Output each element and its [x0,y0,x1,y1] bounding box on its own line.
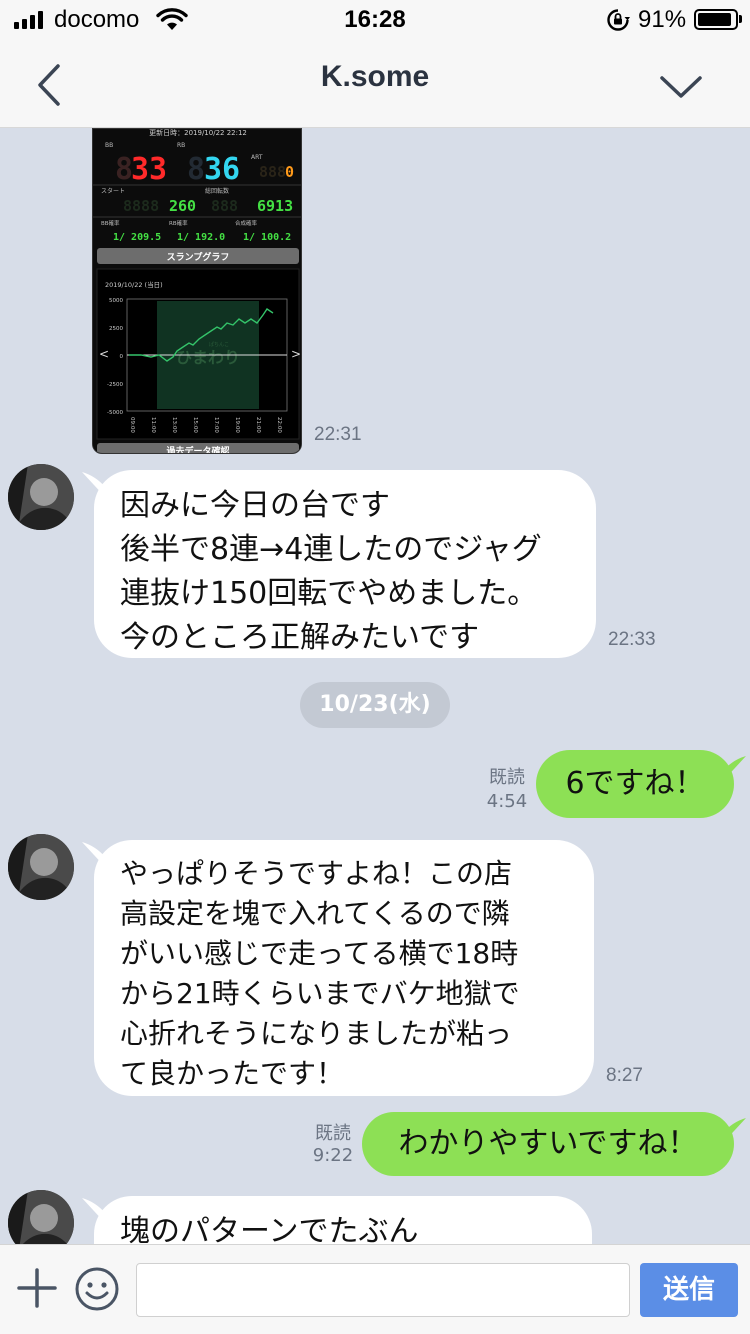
message-time: 8:27 [606,1065,643,1086]
rotation-lock-icon [607,9,630,31]
bb-rate: 1/ 209.5 [113,232,161,243]
bb-rate-label: BB確率 [101,219,120,227]
image-message[interactable]: 更新日時：2019/10/22 22:12 BB RB ART 8 33 8 3… [92,128,302,454]
battery-percent: 91% [638,6,687,33]
read-receipt: 既読 [489,767,525,788]
rb-label: RB [177,142,185,149]
chat-header: K.some [0,40,750,128]
art-value: 0 [285,163,294,181]
graph-x-tick: 19:00 [234,417,240,433]
graph-date: 2019/10/22 (当日) [105,280,163,289]
graph-watermark: ひまわり [176,348,240,367]
svg-text:888: 888 [259,163,286,181]
avatar[interactable] [8,834,74,900]
graph-x-tick: 21:00 [255,417,261,433]
avatar[interactable] [8,464,74,530]
message-bubble-incoming[interactable]: やっぱりそうですよね！この店 高設定を塊で入れてくるので隣 がいい感じで走ってる… [94,840,594,1096]
plus-icon[interactable] [16,1267,58,1309]
battery-tip [739,15,742,23]
message-time: 22:31 [314,424,362,445]
message-input[interactable] [136,1263,630,1317]
graph-y-tick: 5000 [109,298,123,304]
status-bar: docomo 16:28 91% [0,0,750,40]
rb-value: 36 [204,152,240,187]
rb-rate-label: RB確率 [169,219,188,227]
graph-prev-arrow: < [99,347,109,361]
message-bubble-incoming[interactable]: 因みに今日の台です 後半で8連→4連したのでジャグ 連抜け150回転でやめました… [94,470,596,658]
start-value: 260 [169,197,196,215]
update-text: 更新日時：2019/10/22 22:12 [149,129,247,137]
svg-text:888: 888 [211,197,238,215]
bb-value: 33 [131,152,167,187]
graph-y-tick: -5000 [107,410,123,416]
start-label: スタート [101,187,125,195]
chat-area[interactable]: 更新日時：2019/10/22 22:12 BB RB ART 8 33 8 3… [0,128,750,1244]
rb-rate: 1/ 192.0 [177,232,225,243]
graph-y-tick: -2500 [107,382,123,388]
message-time: 4:54 [486,791,528,812]
svg-text:8888: 8888 [123,197,159,215]
graph-button: スランプグラフ [167,251,230,263]
message-time: 22:33 [608,629,656,650]
bubble-tail [722,756,746,782]
message-bubble-outgoing[interactable]: わかりやすいですね！ [362,1112,734,1176]
svg-text:8: 8 [187,152,205,187]
past-data-button: 過去データ確認 [165,445,229,454]
chat-title: K.some [320,60,430,93]
bb-label: BB [105,142,113,149]
message-bubble-outgoing[interactable]: 6ですね！ [536,750,734,818]
graph-x-tick: 13:00 [171,417,177,433]
emoji-icon[interactable] [74,1266,120,1312]
graph-next-arrow: > [291,347,301,361]
battery-level [698,13,731,26]
graph-x-tick: 22:00 [276,417,282,433]
graph-x-tick: 11:00 [150,417,156,433]
combined-rate-label: 合成確率 [235,219,258,227]
send-button[interactable]: 送信 [640,1263,738,1317]
bubble-tail [722,1118,746,1144]
date-separator: 10/23(水) [300,682,450,728]
graph-y-tick: 2500 [109,326,123,332]
graph-watermark-small: ぱちんこ [209,341,229,348]
total-label: 総回転数 [205,187,229,195]
art-label: ART [251,154,263,161]
message-bubble-incoming[interactable]: 塊のパターンでたぶん [94,1196,592,1244]
message-time: 9:22 [312,1145,354,1166]
input-bar: 送信 [0,1244,750,1334]
avatar[interactable] [8,1190,74,1244]
combined-rate: 1/ 100.2 [243,232,291,243]
graph-y-tick: 0 [120,354,124,360]
slot-data-screenshot: 更新日時：2019/10/22 22:12 BB RB ART 8 33 8 3… [93,129,301,454]
graph-x-tick: 09:00 [129,417,135,433]
graph-x-tick: 15:00 [192,417,198,433]
chevron-down-icon[interactable] [656,68,706,104]
battery-icon [694,9,738,30]
total-value: 6913 [257,197,293,215]
graph-x-tick: 17:00 [213,417,219,433]
read-receipt: 既読 [315,1123,351,1144]
